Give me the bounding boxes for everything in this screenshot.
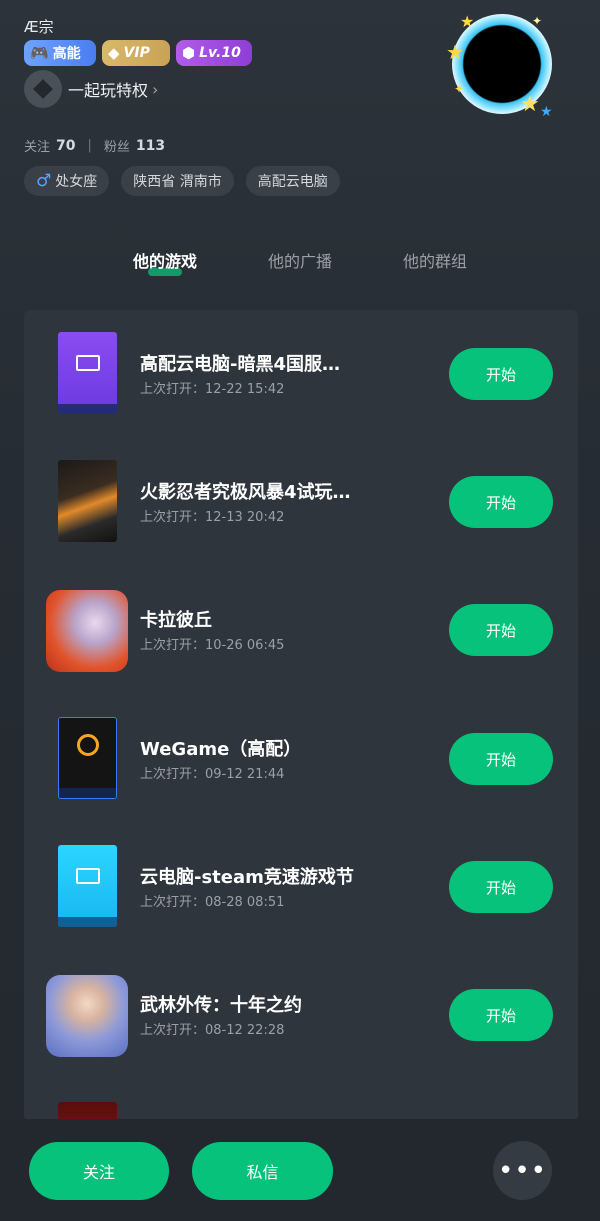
last-opened-time: 上次打开：12-13 20:42 [140,510,285,525]
list-item[interactable] [24,1080,578,1121]
star-icon: ★ [520,92,540,117]
sparkle-icon: ✦ [454,82,465,96]
list-item[interactable]: 卡拉彼丘 上次打开：10-26 06:45 开始 [24,566,578,672]
avatar[interactable]: ★ ★ ★ ★ ✦ ✦ [446,10,558,120]
gamepad-icon: 🎮 [30,44,49,62]
game-title: WeGame（高配） [140,739,302,760]
game-title: 火影忍者究极风暴4试玩… [140,482,351,503]
follow-label[interactable]: 关注 [24,136,50,155]
tab-games[interactable]: 他的游戏 [133,248,197,272]
star-icon: ★ [540,104,553,120]
start-button[interactable]: 开始 [449,861,553,913]
nickname: Æ宗 [24,18,54,36]
naruto-cover-icon [58,460,117,542]
game-title: 武林外传：十年之约 [140,995,302,1016]
start-button[interactable]: 开始 [449,989,553,1041]
privilege-icon [24,70,62,108]
star-icon: ★ [460,12,475,31]
follow-count[interactable]: 70 [56,138,75,154]
game-title: 云电脑-steam竞速游戏节 [140,867,354,888]
tab-groups[interactable]: 他的群组 [403,248,467,272]
vip-badge[interactable]: ◆ VIP [102,40,170,66]
list-item[interactable]: 高配云电脑-暗黑4国服… 上次打开：12-22 15:42 开始 [24,310,578,414]
start-button[interactable]: 开始 [449,733,553,785]
tag-device: 高配云电脑 [245,166,340,196]
list-item[interactable]: WeGame（高配） 上次打开：09-12 21:44 开始 [24,695,578,799]
follow-stats: 关注 70 | 粉丝 113 [24,136,165,156]
wulin-app-icon [46,975,128,1057]
list-item[interactable]: 武林外传：十年之约 上次打开：08-12 22:28 开始 [24,951,578,1057]
last-opened-time: 上次打开：10-26 06:45 [140,638,285,653]
game-title: 卡拉彼丘 [140,610,212,631]
badge-row: 🎮 高能 ◆ VIP ⬢ Lv.10 [24,40,252,66]
tag-label: 高配云电脑 [257,174,328,190]
tab-broadcasts[interactable]: 他的广播 [268,248,332,272]
start-button[interactable]: 开始 [449,476,553,528]
bottom-action-bar: 关注 私信 ••• [0,1119,600,1221]
strinova-app-icon [46,590,128,672]
tag-label: 陕西省 渭南市 [133,174,222,190]
diamond-icon: ◆ [108,44,120,62]
profile-tabs: 他的游戏 他的广播 他的群组 [0,248,600,284]
last-opened-time: 上次打开：08-12 22:28 [140,1023,285,1038]
last-opened-time: 上次打开：09-12 21:44 [140,767,285,782]
cloud-pc-cyan-icon [58,845,117,927]
level-badge-label: Lv.10 [199,45,241,61]
fans-count[interactable]: 113 [136,138,165,154]
cloud-pc-purple-icon [58,332,117,414]
last-opened-time: 上次打开：08-28 08:51 [140,895,285,910]
games-list: 高配云电脑-暗黑4国服… 上次打开：12-22 15:42 开始 火影忍者究极风… [24,310,578,1121]
privilege-entry[interactable]: 一起玩特权 › [24,70,158,108]
male-gender-icon: ♂ [36,171,52,191]
tag-label: 处女座 [55,174,98,190]
fans-label[interactable]: 粉丝 [104,136,130,155]
level-gem-icon: ⬢ [182,44,196,62]
follow-button[interactable]: 关注 [29,1142,169,1200]
gaoneng-badge[interactable]: 🎮 高能 [24,40,96,66]
tag-zodiac: ♂ 处女座 [24,166,110,196]
start-button[interactable]: 开始 [449,604,553,656]
star-icon: ★ [446,40,464,64]
message-button[interactable]: 私信 [192,1142,333,1200]
start-button[interactable]: 开始 [449,348,553,400]
wegame-icon [58,717,117,799]
game-title: 高配云电脑-暗黑4国服… [140,354,340,375]
sparkle-icon: ✦ [532,14,543,28]
stats-divider: | [87,138,92,153]
privilege-label: 一起玩特权 [68,81,149,100]
list-item[interactable]: 云电脑-steam竞速游戏节 上次打开：08-28 08:51 开始 [24,823,578,927]
gaoneng-badge-label: 高能 [52,46,81,62]
profile-tags: ♂ 处女座 陕西省 渭南市 高配云电脑 [24,166,340,196]
more-options-icon[interactable]: ••• [493,1141,552,1200]
last-opened-time: 上次打开：12-22 15:42 [140,382,285,397]
vip-badge-label: VIP [123,45,150,61]
level-badge[interactable]: ⬢ Lv.10 [176,40,252,66]
list-item[interactable]: 火影忍者究极风暴4试玩… 上次打开：12-13 20:42 开始 [24,438,578,542]
chevron-right-icon: › [152,79,159,99]
tag-location: 陕西省 渭南市 [121,166,234,196]
